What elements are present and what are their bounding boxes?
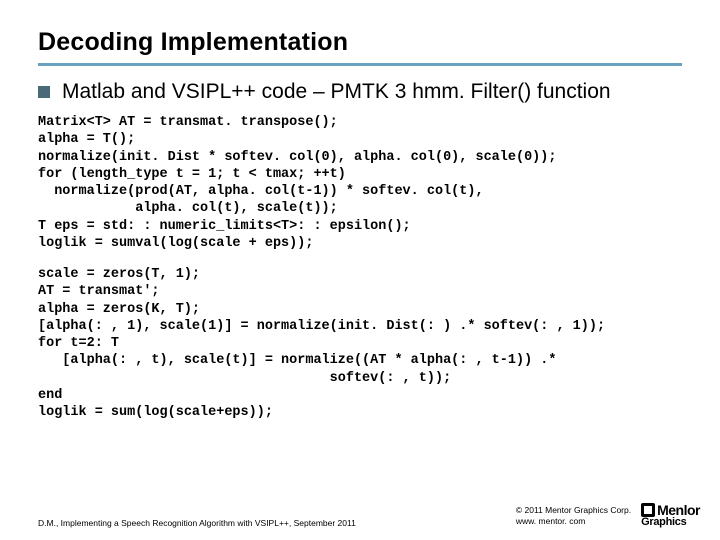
code-block-matlab: scale = zeros(T, 1); AT = transmat'; alp… bbox=[38, 266, 682, 421]
footer-citation: D.M., Implementing a Speech Recognition … bbox=[38, 518, 356, 528]
logo-text-top: Menlor bbox=[641, 503, 700, 517]
square-bullet-icon bbox=[38, 86, 50, 98]
logo-mark-icon bbox=[641, 503, 655, 517]
page-title: Decoding Implementation bbox=[38, 28, 682, 57]
copyright-line1: © 2011 Mentor Graphics Corp. bbox=[516, 505, 631, 516]
copyright-line2: www. mentor. com bbox=[516, 516, 631, 527]
title-divider bbox=[38, 63, 682, 66]
footer-right: © 2011 Mentor Graphics Corp. www. mentor… bbox=[516, 503, 700, 528]
code-block-vsipl: Matrix<T> AT = transmat. transpose(); al… bbox=[38, 114, 682, 252]
copyright-text: © 2011 Mentor Graphics Corp. www. mentor… bbox=[516, 505, 631, 526]
mentor-graphics-logo: Menlor Graphics bbox=[641, 503, 700, 528]
slide: Decoding Implementation Matlab and VSIPL… bbox=[0, 0, 720, 540]
footer: D.M., Implementing a Speech Recognition … bbox=[38, 503, 700, 528]
bullet-row: Matlab and VSIPL++ code – PMTK 3 hmm. Fi… bbox=[38, 80, 682, 104]
logo-text-bottom: Graphics bbox=[641, 517, 686, 528]
subtitle-text: Matlab and VSIPL++ code – PMTK 3 hmm. Fi… bbox=[62, 80, 611, 104]
